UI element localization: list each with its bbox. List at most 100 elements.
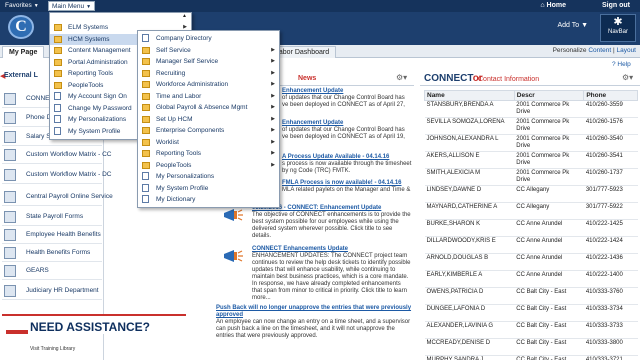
separator: | <box>612 47 615 54</box>
document-icon <box>142 172 149 180</box>
external-link-item[interactable]: GEARS <box>2 262 102 280</box>
chevron-right-icon: ▶ <box>271 92 275 99</box>
menu-item[interactable]: Self Service ▶ <box>138 45 279 56</box>
menu-item[interactable]: My Personalizations <box>138 171 279 182</box>
signout-link[interactable]: Sign out <box>602 1 630 11</box>
connect-logo[interactable]: C <box>8 15 34 39</box>
news-item-link[interactable]: CONNECT Enhancements Update <box>252 246 412 253</box>
table-cell-descr: 2001 Commerce Pk Drive <box>514 151 584 169</box>
folder-icon <box>54 58 62 66</box>
menu-item-label: My Personalizations <box>68 116 127 123</box>
table-cell-descr: CC Balt City - East <box>514 338 584 356</box>
external-link-item[interactable]: Custom Workflow Matrix - CC <box>2 146 111 164</box>
visit-training-library[interactable]: Visit Training Library <box>30 346 75 352</box>
document-icon <box>54 126 61 135</box>
menu-item[interactable]: Manager Self Service ▶ <box>138 56 279 67</box>
menu-item[interactable]: My System Profile <box>138 183 279 194</box>
link-icon <box>4 265 16 277</box>
table-cell-descr: CC Allegany <box>514 185 584 203</box>
gear-icon[interactable]: ⚙▾ <box>622 73 633 82</box>
navbar-label: NavBar <box>607 29 628 35</box>
menu-item[interactable]: Worklist ▶ <box>138 137 279 148</box>
chevron-right-icon: ▶ <box>271 46 275 53</box>
table-cell-name: MAYNARD,CATHERINE A <box>424 202 515 220</box>
column-header[interactable]: Name <box>424 90 515 101</box>
column-header[interactable]: Phone <box>583 90 638 101</box>
news-item-link[interactable]: Enhancement Update <box>282 88 412 95</box>
favorites-menu[interactable]: Favorites ▼ <box>2 1 42 11</box>
tab-my-page[interactable]: My Page <box>2 46 45 58</box>
external-link-item[interactable]: Custom Workflow Matrix - DC <box>2 166 111 184</box>
link-icon <box>4 191 16 203</box>
table-cell-name: AKERS,ALLISON E <box>424 151 515 169</box>
news-item: A Process Update Available - 04.14.16 s p… <box>282 154 412 175</box>
menu-item[interactable]: Recruiting ▶ <box>138 68 279 79</box>
external-link-item[interactable]: Health Benefits Forms <box>2 244 102 262</box>
document-icon <box>54 92 61 100</box>
menu-item[interactable]: Time and Labor ▶ <box>138 91 279 102</box>
table-row: ARNOLD,DOUGLAS B CC Anne Arundel 410/222-1… <box>424 253 638 271</box>
chevron-right-icon: ▶ <box>271 115 275 122</box>
menu-item[interactable]: Reporting Tools ▶ <box>138 148 279 159</box>
personalize-layout-link[interactable]: Layout <box>616 47 636 54</box>
chevron-right-icon: ▶ <box>271 58 275 64</box>
menu-item[interactable]: Enterprise Components ▶ <box>138 125 279 136</box>
news-item-link[interactable]: FMLA Process is now available! - 04.14.1… <box>282 180 412 187</box>
external-link-item[interactable]: Employee Health Benefits <box>2 226 102 244</box>
need-assistance-banner[interactable]: NEED ASSISTANCE? <box>2 314 186 334</box>
news-item-text: An employee can now change an entry on a… <box>216 319 411 339</box>
news-item-link[interactable]: Push Back will no longer unapprove the e… <box>216 305 412 319</box>
table-cell-descr: 2001 Commerce Pk Drive <box>514 117 584 135</box>
personalize-content-link[interactable]: Content <box>588 47 611 54</box>
scroll-up-icon[interactable]: ▲ <box>182 13 187 19</box>
table-row: OWENS,PATRICIA D CC Balt City - East 410/3… <box>424 287 638 305</box>
menu-item-label: My Personalizations <box>156 173 215 180</box>
link-icon <box>4 169 16 181</box>
add-to-button[interactable]: Add To ▼ <box>557 22 588 29</box>
menu-item-label: PeopleTools <box>156 161 192 169</box>
table-row: SEVILLA SOMOZA,LORENA 2001 Commerce Pk Dr… <box>424 117 638 135</box>
external-link-label: Phone D <box>26 114 52 121</box>
table-row: DUNGEE,LAFONIA D CC Balt City - East 410/3… <box>424 304 638 322</box>
table-cell-phone: 410/260-1737 <box>583 168 638 186</box>
menu-item[interactable]: PeopleTools ▶ <box>138 160 279 171</box>
link-icon <box>4 131 16 143</box>
menu-item-label: Reporting Tools <box>68 70 114 77</box>
folder-icon <box>54 47 62 54</box>
menu-item[interactable]: My Dictionary <box>138 194 279 205</box>
menu-item-label: Company Directory <box>156 35 212 42</box>
table-cell-name: EARLY,KIMBERLE A <box>424 270 515 288</box>
external-link-item[interactable]: Central Payroll Online Service <box>2 188 113 206</box>
external-link-item[interactable]: Judiciary HR Department <box>2 282 102 300</box>
folder-icon <box>54 70 62 77</box>
external-link-item[interactable]: State Payroll Forms <box>2 208 102 226</box>
table-row: MCCREADY,DENISE D CC Balt City - East 410/… <box>424 338 638 356</box>
main-menu-button[interactable]: Main Menu ▼ <box>48 1 96 11</box>
home-link[interactable]: ⌂ Home <box>540 1 566 11</box>
document-icon <box>54 115 61 123</box>
menu-item[interactable]: Workforce Administration ▶ <box>138 79 279 90</box>
table-cell-name: SMITH,ALEXICIA M <box>424 168 515 186</box>
menu-item[interactable]: Company Directory <box>138 33 279 44</box>
menu-item[interactable]: Set Up HCM ▶ <box>138 114 279 125</box>
menu-item[interactable]: Global Payroll & Absence Mgmt ▶ <box>138 102 279 113</box>
table-cell-phone: 410/260-3540 <box>583 134 638 152</box>
link-icon <box>4 247 16 259</box>
gear-icon[interactable]: ⚙▾ <box>396 73 407 82</box>
table-cell-descr: 2001 Commerce Pk Drive <box>514 100 584 118</box>
help-link[interactable]: ? Help <box>612 61 631 68</box>
menu-item-label: Portal Administration <box>68 58 128 66</box>
table-cell-name: DILLARDWOODY,KRIS E <box>424 236 515 254</box>
personalize-label: Personalize <box>552 47 587 54</box>
table-row: MURPHY SANDRA J CC Balt City - East 410/33… <box>424 355 638 360</box>
chevron-right-icon: ▶ <box>271 127 275 133</box>
news-item-link[interactable]: A Process Update Available - 04.14.16 <box>282 154 412 161</box>
navbar-button[interactable]: ✱ NavBar <box>600 14 636 42</box>
news-item: 03.26.2016 - CONNECT: Enhancement Update… <box>252 205 412 240</box>
link-icon <box>4 149 16 161</box>
news-item-link[interactable]: Enhancement Update <box>282 120 412 127</box>
menu-item-label: Recruiting <box>156 69 186 77</box>
folder-icon <box>142 115 150 123</box>
table-row: MAYNARD,CATHERINE A CC Allegany 301/777-59… <box>424 202 638 220</box>
column-header[interactable]: Descr <box>513 90 585 101</box>
